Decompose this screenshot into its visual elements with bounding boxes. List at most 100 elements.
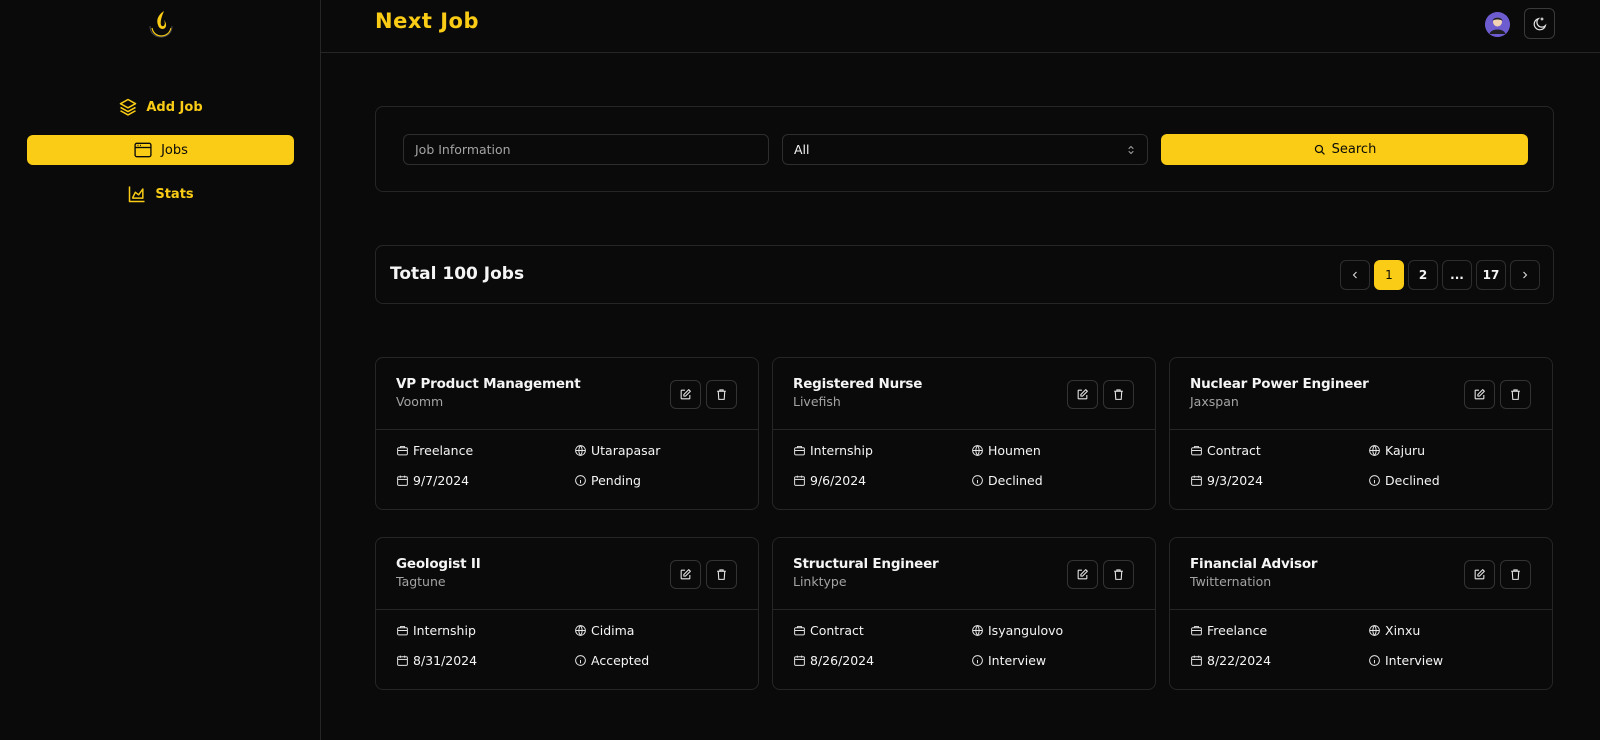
chevron-left-icon xyxy=(1352,271,1357,279)
job-status: Pending xyxy=(574,473,641,488)
delete-job-button[interactable] xyxy=(1103,380,1134,409)
job-status: Declined xyxy=(1368,473,1440,488)
job-search-input[interactable]: Job Information xyxy=(403,134,769,165)
sidebar-item-jobs[interactable]: Jobs xyxy=(27,135,294,165)
trash-icon xyxy=(717,569,726,580)
status-select[interactable]: All xyxy=(782,134,1148,165)
search-button[interactable]: Search xyxy=(1161,134,1528,165)
job-type: Internship xyxy=(396,623,476,638)
job-card: Structural Engineer Linktype Contract Is… xyxy=(772,537,1156,690)
briefcase-icon xyxy=(1191,625,1202,636)
user-avatar[interactable] xyxy=(1485,12,1510,37)
edit-job-button[interactable] xyxy=(1067,560,1098,589)
briefcase-icon xyxy=(794,445,805,456)
moon-icon xyxy=(1533,16,1547,30)
flame-logo[interactable] xyxy=(144,8,178,38)
job-location-label: Isyangulovo xyxy=(988,623,1064,638)
delete-job-button[interactable] xyxy=(706,380,737,409)
job-location: Utarapasar xyxy=(574,443,660,458)
globe-icon xyxy=(1369,444,1380,457)
calendar-icon xyxy=(397,475,408,486)
chevron-up-down-icon xyxy=(1128,145,1134,154)
delete-job-button[interactable] xyxy=(1500,380,1531,409)
edit-icon xyxy=(1474,569,1485,580)
job-type-label: Internship xyxy=(810,443,873,458)
job-company: Jaxspan xyxy=(1190,394,1239,409)
job-location-label: Cidima xyxy=(591,623,635,638)
job-type-label: Internship xyxy=(413,623,476,638)
theme-toggle-button[interactable] xyxy=(1524,8,1555,39)
globe-icon xyxy=(972,624,983,637)
page-button-1[interactable]: 1 xyxy=(1374,260,1404,290)
job-title: Nuclear Power Engineer xyxy=(1190,376,1369,392)
next-page-button[interactable] xyxy=(1510,260,1540,290)
search-panel: Job Information All Search xyxy=(375,106,1554,192)
job-card-header: VP Product Management Voomm xyxy=(376,358,758,430)
job-card-header: Financial Advisor Twitternation xyxy=(1170,538,1552,610)
edit-icon xyxy=(680,569,691,580)
globe-icon xyxy=(575,444,586,457)
job-type-label: Contract xyxy=(810,623,864,638)
info-icon xyxy=(1369,475,1380,486)
job-card-header: Structural Engineer Linktype xyxy=(773,538,1155,610)
job-date: 8/26/2024 xyxy=(793,653,874,668)
page-button-17[interactable]: 17 xyxy=(1476,260,1506,290)
job-type: Contract xyxy=(793,623,864,638)
job-company: Voomm xyxy=(396,394,444,409)
job-status-label: Accepted xyxy=(591,653,650,668)
job-card-header: Nuclear Power Engineer Jaxspan xyxy=(1170,358,1552,430)
job-date-label: 9/7/2024 xyxy=(413,473,470,488)
job-status-label: Interview xyxy=(1385,653,1444,668)
calendar-icon xyxy=(1191,655,1202,666)
job-status: Interview xyxy=(1368,653,1443,668)
edit-icon xyxy=(1474,389,1485,400)
job-location: Houmen xyxy=(971,443,1041,458)
job-company: Tagtune xyxy=(396,574,446,589)
job-date-label: 8/22/2024 xyxy=(1207,653,1272,668)
trash-icon xyxy=(717,389,726,400)
job-title: Geologist II xyxy=(396,556,481,572)
briefcase-icon xyxy=(1191,445,1202,456)
layers-icon xyxy=(120,98,137,116)
job-status-label: Pending xyxy=(591,473,641,488)
job-date-label: 8/26/2024 xyxy=(810,653,875,668)
calendar-icon xyxy=(794,655,805,666)
prev-page-button[interactable] xyxy=(1340,260,1370,290)
briefcase-icon xyxy=(794,625,805,636)
job-company: Livefish xyxy=(793,394,841,409)
job-location: Cidima xyxy=(574,623,634,638)
edit-job-button[interactable] xyxy=(1464,380,1495,409)
calendar-icon xyxy=(1191,475,1202,486)
edit-job-button[interactable] xyxy=(1464,560,1495,589)
edit-job-button[interactable] xyxy=(670,560,701,589)
job-company: Linktype xyxy=(793,574,847,589)
sidebar-item-stats[interactable]: Stats xyxy=(27,179,294,209)
sidebar-item-add-job[interactable]: Add Job xyxy=(27,92,294,122)
job-location: Kajuru xyxy=(1368,443,1425,458)
job-status: Declined xyxy=(971,473,1043,488)
job-status-label: Interview xyxy=(988,653,1047,668)
briefcase-icon xyxy=(397,625,408,636)
job-card: VP Product Management Voomm Freelance Ut… xyxy=(375,357,759,510)
job-card: Financial Advisor Twitternation Freelanc… xyxy=(1169,537,1553,690)
trash-icon xyxy=(1114,389,1123,400)
sidebar-item-label: Add Job xyxy=(146,99,203,115)
briefcase-icon xyxy=(397,445,408,456)
edit-icon xyxy=(1077,389,1088,400)
globe-icon xyxy=(575,624,586,637)
job-location: Xinxu xyxy=(1368,623,1420,638)
page-ellipsis: ... xyxy=(1442,260,1472,290)
delete-job-button[interactable] xyxy=(1500,560,1531,589)
edit-job-button[interactable] xyxy=(670,380,701,409)
job-date: 9/7/2024 xyxy=(396,473,469,488)
delete-job-button[interactable] xyxy=(1103,560,1134,589)
info-icon xyxy=(575,475,586,486)
info-icon xyxy=(972,655,983,666)
edit-job-button[interactable] xyxy=(1067,380,1098,409)
page-button-2[interactable]: 2 xyxy=(1408,260,1438,290)
delete-job-button[interactable] xyxy=(706,560,737,589)
trash-icon xyxy=(1114,569,1123,580)
job-location-label: Houmen xyxy=(988,443,1041,458)
job-status-label: Declined xyxy=(988,473,1043,488)
job-type: Internship xyxy=(793,443,873,458)
